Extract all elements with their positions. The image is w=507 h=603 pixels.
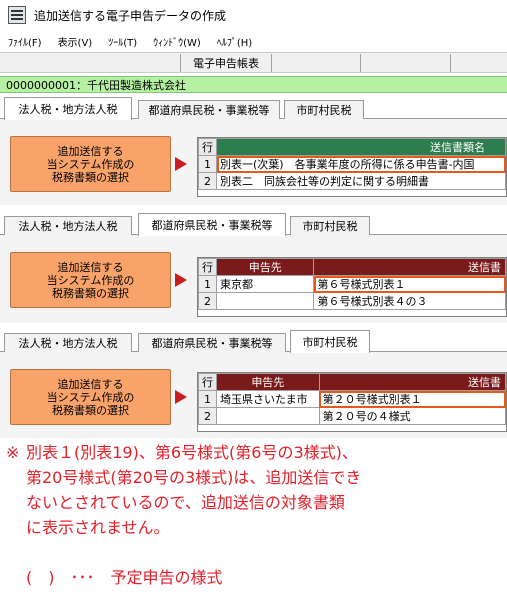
panel-body: 追加送信する 当システム作成の 税務書類の選択 行 申告先 送信書 1 東京都 …: [0, 235, 507, 323]
row-number: 2: [198, 292, 217, 310]
menu-window[interactable]: ｳｨﾝﾄﾞｳ(W): [153, 34, 201, 49]
note-line: に表示されません。: [26, 518, 170, 537]
menu-help[interactable]: ﾍﾙﾌﾟ(H): [217, 34, 252, 49]
arrow-right-icon: [175, 390, 187, 404]
table-row[interactable]: 1 埼玉県さいたま市 第２０号様式別表１: [198, 390, 506, 408]
tab-prefectural-tax[interactable]: 都道府県民税・事業税等: [138, 213, 286, 236]
note-mark: ※: [6, 443, 20, 462]
destination-cell[interactable]: [216, 407, 320, 425]
panel-corporate: 法人税・地方法人税 都道府県民税・事業税等 市町村民税 追加送信する 当システム…: [0, 97, 507, 205]
tab-strip: 法人税・地方法人税 都道府県民税・事業税等 市町村民税: [0, 213, 507, 236]
row-number: 1: [198, 275, 217, 293]
toolbar-divider: [450, 54, 451, 72]
table-row[interactable]: 1 東京都 第６号様式別表１: [198, 275, 506, 293]
panel-body: 追加送信する 当システム作成の 税務書類の選択 行 申告先 送信書 1 埼玉県さ…: [0, 352, 507, 438]
document-name-cell[interactable]: 別表一(次葉) 各事業年度の所得に係る申告書-内国: [216, 155, 506, 173]
select-documents-button[interactable]: 追加送信する 当システム作成の 税務書類の選択: [10, 252, 171, 308]
panel-municipal: 法人税・地方法人税 都道府県民税・事業税等 市町村民税 追加送信する 当システム…: [0, 330, 507, 438]
destination-cell[interactable]: [215, 292, 315, 310]
col-header-row-number: 行: [198, 138, 217, 156]
tab-corporate-tax[interactable]: 法人税・地方法人税: [4, 333, 132, 352]
col-header-destination: 申告先: [216, 373, 320, 391]
note-line: 第20号様式(第20号の3様式)は、追加送信でき: [26, 468, 362, 487]
destination-cell[interactable]: 東京都: [215, 275, 315, 293]
menu-tools[interactable]: ﾂｰﾙ(T): [108, 34, 137, 49]
row-number: 2: [198, 407, 217, 425]
arrow-right-icon: [175, 273, 187, 287]
col-header-document: 送信書: [313, 258, 506, 276]
tab-prefectural-tax[interactable]: 都道府県民税・事業税等: [138, 100, 280, 119]
table-row[interactable]: 1 別表一(次葉) 各事業年度の所得に係る申告書-内国: [198, 155, 506, 173]
row-number: 2: [198, 172, 217, 190]
document-name-cell[interactable]: 第２０号の４様式: [318, 407, 506, 425]
document-name-cell[interactable]: 第６号様式別表１: [313, 275, 506, 293]
select-documents-button[interactable]: 追加送信する 当システム作成の 税務書類の選択: [10, 136, 171, 192]
grid-header-row: 行 申告先 送信書: [198, 258, 506, 276]
tab-municipal-tax[interactable]: 市町村民税: [290, 330, 370, 353]
tab-corporate-tax[interactable]: 法人税・地方法人税: [4, 216, 132, 235]
tab-municipal-tax[interactable]: 市町村民税: [290, 216, 370, 235]
col-header-document-name: 送信書類名: [216, 138, 506, 156]
tab-prefectural-tax[interactable]: 都道府県民税・事業税等: [138, 333, 286, 352]
document-name-cell[interactable]: 第６号様式別表４の３: [313, 292, 506, 310]
tab-strip: 法人税・地方法人税 都道府県民税・事業税等 市町村民税: [0, 97, 507, 120]
company-label: 0000000001：千代田製造株式会社: [6, 78, 186, 92]
select-documents-button[interactable]: 追加送信する 当システム作成の 税務書類の選択: [10, 369, 171, 425]
col-header-destination: 申告先: [215, 258, 315, 276]
tab-strip: 法人税・地方法人税 都道府県民税・事業税等 市町村民税: [0, 330, 507, 353]
tab-corporate-tax[interactable]: 法人税・地方法人税: [4, 97, 132, 120]
note-line: 別表１(別表19)、第6号様式(第6号の3様式)、: [26, 443, 358, 462]
company-bar: 0000000001：千代田製造株式会社: [0, 76, 507, 93]
table-row[interactable]: 2 別表二 同族会社等の判定に関する明細書: [198, 172, 506, 190]
grid-header-row: 行 申告先 送信書: [198, 373, 506, 391]
col-header-document: 送信書: [318, 373, 506, 391]
arrow-right-icon: [175, 157, 187, 171]
documents-grid: 行 送信書類名 1 別表一(次葉) 各事業年度の所得に係る申告書-内国 2 別表…: [197, 137, 507, 197]
col-header-row-number: 行: [198, 258, 217, 276]
note-line: ないとされているので、追加送信の対象書類: [26, 493, 345, 512]
destination-cell[interactable]: 埼玉県さいたま市: [216, 390, 320, 408]
document-name-cell[interactable]: 別表二 同族会社等の判定に関する明細書: [216, 172, 506, 190]
menu-bar: ﾌｧｲﾙ(F) 表示(V) ﾂｰﾙ(T) ｳｨﾝﾄﾞｳ(W) ﾍﾙﾌﾟ(H): [0, 31, 507, 51]
tab-municipal-tax[interactable]: 市町村民税: [284, 100, 364, 119]
col-header-row-number: 行: [198, 373, 217, 391]
document-name-cell[interactable]: 第２０号様式別表１: [318, 390, 506, 408]
grid-header-row: 行 送信書類名: [198, 138, 506, 156]
documents-grid: 行 申告先 送信書 1 東京都 第６号様式別表１ 2 第６号様式別表４の３: [197, 257, 507, 317]
table-row[interactable]: 2 第２０号の４様式: [198, 407, 506, 425]
row-number: 1: [198, 155, 217, 173]
panel-prefectural: 法人税・地方法人税 都道府県民税・事業税等 市町村民税 追加送信する 当システム…: [0, 213, 507, 323]
note-legend: ( ) ･･･ 予定申告の様式: [26, 568, 223, 587]
app-icon: [8, 6, 26, 24]
toolbar: 電子申告帳表: [0, 52, 507, 73]
menu-view[interactable]: 表示(V): [58, 34, 93, 49]
table-row[interactable]: 2 第６号様式別表４の３: [198, 292, 506, 310]
e-filing-report-button[interactable]: 電子申告帳表: [180, 54, 272, 72]
toolbar-divider: [360, 54, 361, 72]
window-title: 追加送信する電子申告データの作成: [34, 8, 227, 23]
row-number: 1: [198, 390, 217, 408]
menu-file[interactable]: ﾌｧｲﾙ(F): [8, 34, 42, 49]
panel-body: 追加送信する 当システム作成の 税務書類の選択 行 送信書類名 1 別表一(次葉…: [0, 119, 507, 205]
title-bar: 追加送信する電子申告データの作成: [0, 0, 507, 30]
documents-grid: 行 申告先 送信書 1 埼玉県さいたま市 第２０号様式別表１ 2 第２０号の４様…: [197, 372, 507, 432]
